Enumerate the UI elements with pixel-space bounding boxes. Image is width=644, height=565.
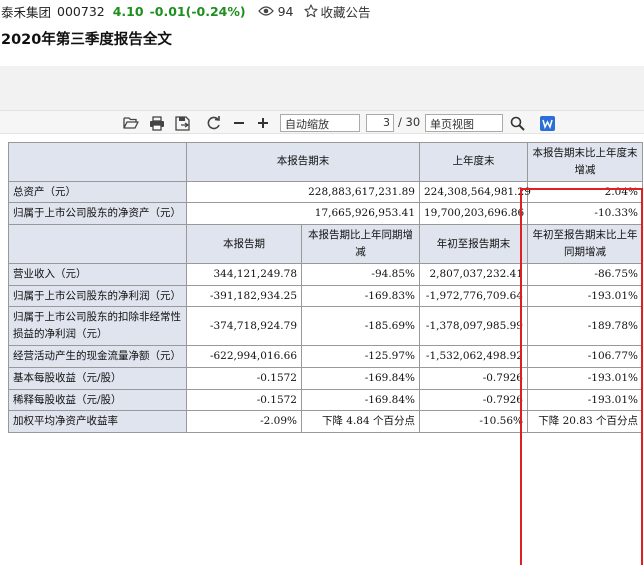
- header-change: 本报告期末比上年度末增减: [527, 142, 643, 182]
- pdf-toolbar: 自动缩放 3 / 30 单页视图: [0, 110, 644, 134]
- view-mode-select[interactable]: 单页视图: [425, 114, 503, 132]
- cell-ytd-yoy: -189.78%: [527, 306, 643, 346]
- row-label: 归属于上市公司股东的净资产（元）: [8, 202, 187, 226]
- stock-price: 4.10: [112, 3, 144, 19]
- cell-ytd: -1,972,776,709.64: [419, 284, 528, 308]
- subheader-empty-cell: [8, 224, 187, 264]
- table-subheader-row: 本报告期 本报告期比上年同期增减 年初至报告期末 年初至报告期末比上年同期增减: [8, 224, 643, 264]
- row-label: 基本每股收益（元/股）: [8, 366, 187, 390]
- table-header-row: 本报告期末 上年度末 本报告期末比上年度末增减: [8, 142, 643, 182]
- table-row: 归属于上市公司股东的净利润（元） -391,182,934.25 -169.83…: [8, 284, 643, 308]
- cell-change: 2.04%: [527, 180, 643, 204]
- table-row: 归属于上市公司股东的净资产（元） 17,665,926,953.41 19,70…: [8, 202, 643, 226]
- cell-ytd: -0.7926: [419, 366, 528, 390]
- gray-separator: [0, 66, 644, 112]
- cell-period: -622,994,016.66: [186, 344, 302, 368]
- cell-ytd-yoy: 下降 20.83 个百分点: [527, 410, 643, 434]
- table-row: 加权平均净资产收益率 -2.09% 下降 4.84 个百分点 -10.56% 下…: [8, 410, 643, 434]
- stock-info-bar: 泰禾集团 000732 4.10 -0.01(-0.24%) 94 收藏公告: [0, 0, 644, 22]
- row-label: 归属于上市公司股东的扣除非经常性损益的净利润（元）: [8, 306, 187, 346]
- cell-ytd-yoy: -86.75%: [527, 262, 643, 286]
- print-icon[interactable]: [148, 114, 166, 132]
- table-row: 营业收入（元） 344,121,249.78 -94.85% 2,807,037…: [8, 262, 643, 286]
- document-viewer[interactable]: 本报告期末 上年度末 本报告期末比上年度末增减 总资产（元） 228,883,6…: [0, 134, 644, 565]
- cell-period-yoy: -169.84%: [301, 366, 420, 390]
- cell-current: 17,665,926,953.41: [186, 202, 420, 226]
- star-icon[interactable]: [303, 4, 318, 18]
- row-label: 加权平均净资产收益率: [8, 410, 187, 434]
- cell-period-yoy: 下降 4.84 个百分点: [301, 410, 420, 434]
- cell-last-year-end: 19,700,203,696.86: [419, 202, 528, 226]
- financial-data-table: 本报告期末 上年度末 本报告期末比上年度末增减 总资产（元） 228,883,6…: [8, 142, 643, 434]
- save-icon[interactable]: [174, 114, 192, 132]
- cell-ytd-yoy: -193.01%: [527, 366, 643, 390]
- eye-icon: [257, 5, 274, 17]
- cell-period-yoy: -125.97%: [301, 344, 420, 368]
- page-total: / 30: [398, 115, 421, 129]
- cell-ytd: -1,532,062,498.92: [419, 344, 528, 368]
- view-count: 94: [277, 3, 294, 19]
- table-row: 基本每股收益（元/股） -0.1572 -169.84% -0.7926 -19…: [8, 366, 643, 390]
- cell-period: -0.1572: [186, 388, 302, 412]
- header-ytd-yoy: 年初至报告期末比上年同期增减: [527, 224, 643, 264]
- cell-period-yoy: -169.83%: [301, 284, 420, 308]
- cell-ytd-yoy: -193.01%: [527, 388, 643, 412]
- cell-ytd-yoy: -106.77%: [527, 344, 643, 368]
- header-last-year-end: 上年度末: [419, 142, 528, 182]
- favorite-button[interactable]: 收藏公告: [321, 2, 371, 21]
- cell-period-yoy: -94.85%: [301, 262, 420, 286]
- cell-last-year-end: 224,308,564,981.29: [419, 180, 531, 204]
- cell-period: -374,718,924.79: [186, 306, 302, 346]
- cell-period: -2.09%: [186, 410, 302, 434]
- header-empty-cell: [8, 142, 187, 182]
- header-current-period-end: 本报告期末: [186, 142, 420, 182]
- header-ytd: 年初至报告期末: [419, 224, 528, 264]
- cell-period: 344,121,249.78: [186, 262, 302, 286]
- row-label: 营业收入（元）: [8, 262, 187, 286]
- cell-current: 228,883,617,231.89: [186, 180, 420, 204]
- zoom-out-icon[interactable]: [230, 114, 248, 132]
- cell-change: -10.33%: [527, 202, 643, 226]
- cell-ytd: 2,807,037,232.41: [419, 262, 528, 286]
- cell-period: -391,182,934.25: [186, 284, 302, 308]
- stock-change: -0.01(-0.24%): [149, 3, 246, 19]
- word-icon[interactable]: [538, 114, 556, 132]
- zoom-select[interactable]: 自动缩放: [280, 114, 360, 132]
- cell-period: -0.1572: [186, 366, 302, 390]
- header-period: 本报告期: [186, 224, 302, 264]
- table-row: 归属于上市公司股东的扣除非经常性损益的净利润（元） -374,718,924.7…: [8, 306, 643, 346]
- cell-ytd: -1,378,097,985.99: [419, 306, 528, 346]
- zoom-in-icon[interactable]: [254, 114, 272, 132]
- cell-ytd: -0.7926: [419, 388, 528, 412]
- document-title: 2020年第三季度报告全文: [1, 32, 172, 48]
- row-label: 归属于上市公司股东的净利润（元）: [8, 284, 187, 308]
- table-row: 经营活动产生的现金流量净额（元） -622,994,016.66 -125.97…: [8, 344, 643, 368]
- row-label: 经营活动产生的现金流量净额（元）: [8, 344, 187, 368]
- cell-period-yoy: -169.84%: [301, 388, 420, 412]
- stock-name[interactable]: 泰禾集团: [1, 2, 51, 21]
- rotate-icon[interactable]: [205, 114, 223, 132]
- table-row: 总资产（元） 228,883,617,231.89 224,308,564,98…: [8, 180, 643, 204]
- stock-code[interactable]: 000732: [57, 4, 105, 19]
- header-period-yoy: 本报告期比上年同期增减: [301, 224, 420, 264]
- table-row: 稀释每股收益（元/股） -0.1572 -169.84% -0.7926 -19…: [8, 388, 643, 412]
- search-icon[interactable]: [508, 114, 526, 132]
- open-file-icon[interactable]: [122, 114, 140, 132]
- page-number-input[interactable]: 3: [366, 114, 394, 132]
- cell-ytd: -10.56%: [419, 410, 528, 434]
- cell-period-yoy: -185.69%: [301, 306, 420, 346]
- row-label: 稀释每股收益（元/股）: [8, 388, 187, 412]
- row-label: 总资产（元）: [8, 180, 187, 204]
- cell-ytd-yoy: -193.01%: [527, 284, 643, 308]
